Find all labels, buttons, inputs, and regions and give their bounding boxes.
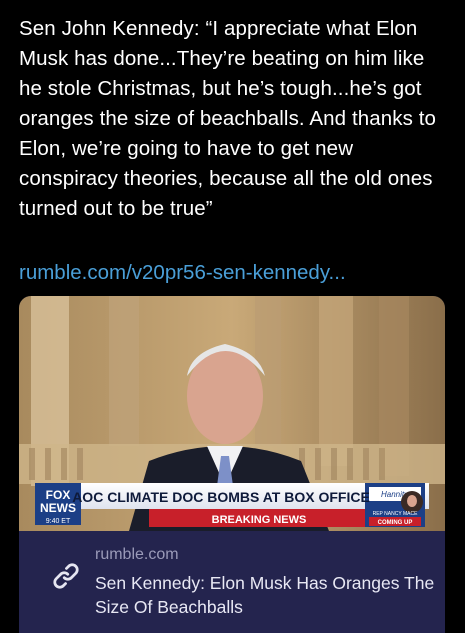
social-post: Sen John Kennedy: “I appreciate what Elo… — [0, 0, 465, 633]
card-meta[interactable]: rumble.com Sen Kennedy: Elon Musk Has Or… — [19, 531, 445, 633]
link-preview-card[interactable]: FOX NEWS 9:40 ET AOC CLIMATE DOC BOMBS A… — [19, 296, 445, 633]
post-link[interactable]: rumble.com/v20pr56-sen-kennedy... — [19, 258, 346, 288]
card-title[interactable]: Sen Kennedy: Elon Musk Has Oranges The S… — [95, 571, 435, 619]
card-domain: rumble.com — [95, 546, 179, 563]
broadcast-headline: AOC CLIMATE DOC BOMBS AT BOX OFFICE — [72, 489, 370, 505]
breaking-news-label: BREAKING NEWS — [212, 514, 307, 526]
coming-up-label: COMING UP — [378, 520, 413, 526]
fox-logo-line1: FOX — [46, 488, 71, 502]
link-icon — [53, 563, 79, 589]
fox-logo-line2: NEWS — [40, 501, 76, 515]
broadcast-time: 9:40 ET — [46, 518, 71, 525]
guest-label: REP NANCY MACE — [373, 511, 418, 517]
video-thumbnail[interactable]: FOX NEWS 9:40 ET AOC CLIMATE DOC BOMBS A… — [19, 296, 445, 531]
post-text: Sen John Kennedy: “I appreciate what Elo… — [19, 17, 442, 220]
